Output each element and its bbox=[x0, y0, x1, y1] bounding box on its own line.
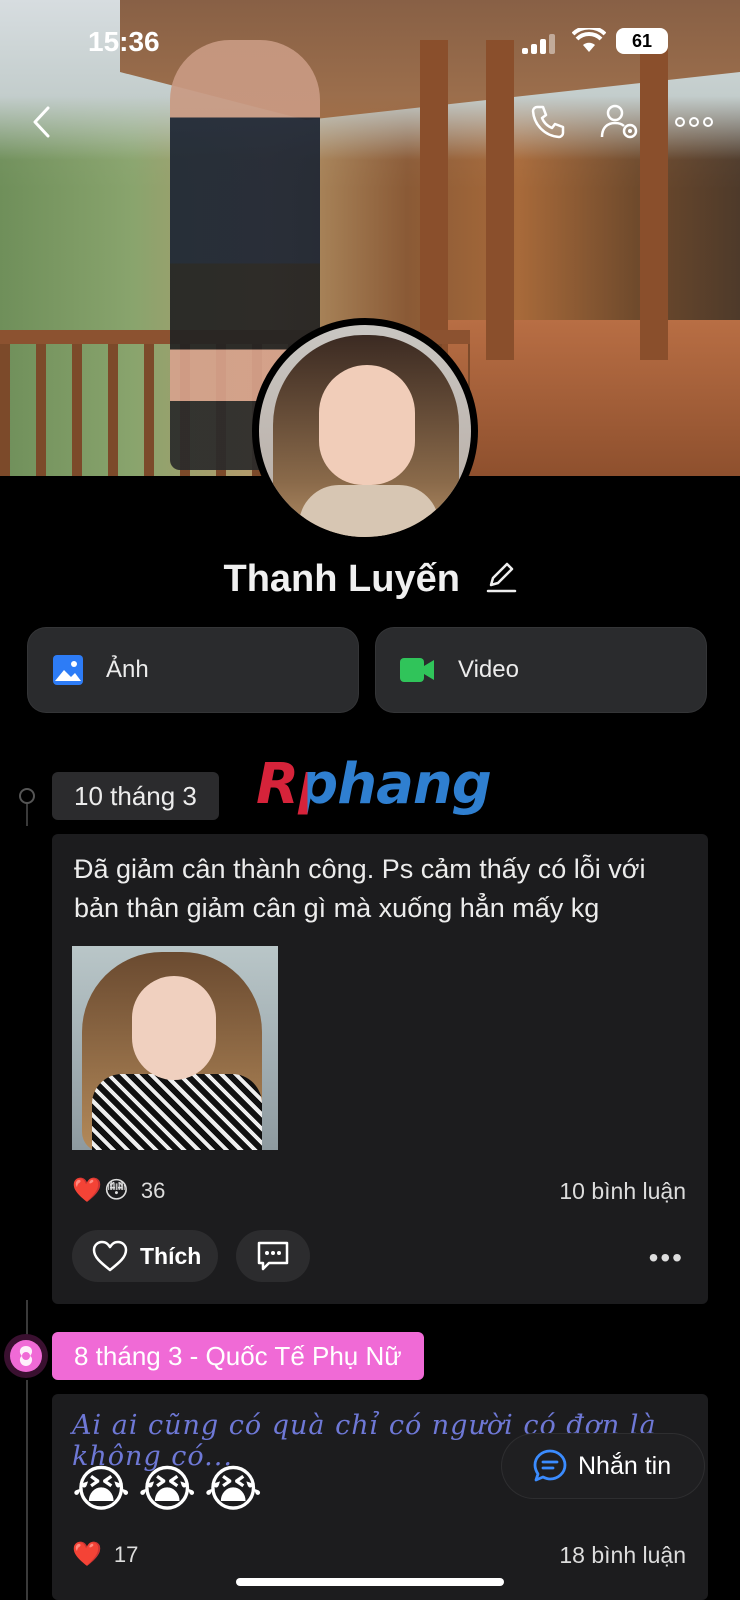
wifi-icon bbox=[572, 28, 606, 52]
chat-bubble-icon bbox=[533, 1449, 567, 1482]
cover-floor bbox=[430, 320, 740, 476]
videos-button[interactable]: Video bbox=[376, 628, 706, 712]
timeline-dot bbox=[19, 788, 35, 804]
watermark-logo: Rphang bbox=[256, 752, 492, 817]
battery-indicator: 61 bbox=[616, 28, 668, 54]
like-button[interactable]: Thích bbox=[72, 1230, 218, 1282]
profile-name: Thanh Luyến bbox=[223, 558, 460, 600]
message-label: Nhắn tin bbox=[578, 1451, 672, 1480]
comment-button[interactable] bbox=[236, 1230, 310, 1282]
cellular-signal-icon bbox=[522, 34, 556, 54]
reaction-count: 36 bbox=[140, 1177, 166, 1203]
avatar-photo bbox=[259, 325, 471, 537]
heart-reaction-icon: ❤️ bbox=[72, 1541, 102, 1568]
comment-count[interactable]: 10 bình luận bbox=[559, 1178, 686, 1205]
crying-emoji-icon: 😭 bbox=[204, 1461, 263, 1517]
videos-label: Video bbox=[458, 656, 519, 683]
heart-outline-icon bbox=[92, 1240, 128, 1272]
comment-count[interactable]: 18 bình luận bbox=[559, 1542, 686, 1569]
event-date-chip: 8 tháng 3 - Quốc Tế Phụ Nữ bbox=[52, 1332, 424, 1380]
post-card: Đã giảm cân thành công. Ps cảm thấy có l… bbox=[52, 834, 708, 1304]
heart-reaction-icon: ❤️ bbox=[72, 1177, 102, 1204]
profile-settings-button[interactable] bbox=[598, 100, 642, 144]
crying-emoji-icon: 😭 bbox=[72, 1461, 131, 1517]
surprised-reaction-icon: 😳 bbox=[103, 1177, 129, 1204]
photos-label: Ảnh bbox=[106, 656, 149, 683]
more-horizontal-icon bbox=[675, 117, 713, 127]
post-more-button[interactable]: ••• bbox=[649, 1242, 684, 1274]
comment-bubble-icon bbox=[257, 1241, 289, 1271]
user-settings-icon bbox=[600, 104, 638, 139]
home-indicator bbox=[236, 1578, 504, 1586]
phone-icon bbox=[531, 105, 565, 139]
pencil-icon bbox=[486, 562, 516, 593]
back-button[interactable] bbox=[20, 100, 64, 144]
photos-button[interactable]: Ảnh bbox=[28, 628, 358, 712]
chevron-left-icon bbox=[33, 106, 50, 138]
crying-emoji-icon: 😭 bbox=[138, 1461, 197, 1517]
post-text: Đã giảm cân thành công. Ps cảm thấy có l… bbox=[74, 854, 646, 923]
call-button[interactable] bbox=[526, 100, 570, 144]
status-bar: 15:36 61 bbox=[0, 0, 740, 90]
edit-name-button[interactable] bbox=[485, 559, 517, 603]
reaction-count: 17 bbox=[113, 1541, 139, 1567]
like-label: Thích bbox=[140, 1242, 202, 1269]
more-options-button[interactable] bbox=[666, 100, 722, 144]
message-button[interactable]: Nhắn tin bbox=[502, 1434, 704, 1498]
reaction-summary[interactable]: ❤️ 😳 36 bbox=[72, 1176, 165, 1205]
rose-icon bbox=[10, 1340, 42, 1372]
post-photo[interactable] bbox=[72, 946, 278, 1150]
profile-name-row: Thanh Luyến bbox=[0, 558, 740, 603]
post-date-chip: 10 tháng 3 bbox=[52, 772, 219, 820]
video-camera-icon bbox=[400, 658, 434, 682]
event-badge bbox=[4, 1334, 48, 1378]
timeline-line bbox=[26, 1380, 28, 1600]
photo-icon bbox=[53, 655, 83, 685]
status-time: 15:36 bbox=[88, 26, 160, 57]
reaction-summary[interactable]: ❤️ 17 bbox=[72, 1540, 138, 1569]
profile-avatar[interactable] bbox=[252, 318, 478, 544]
